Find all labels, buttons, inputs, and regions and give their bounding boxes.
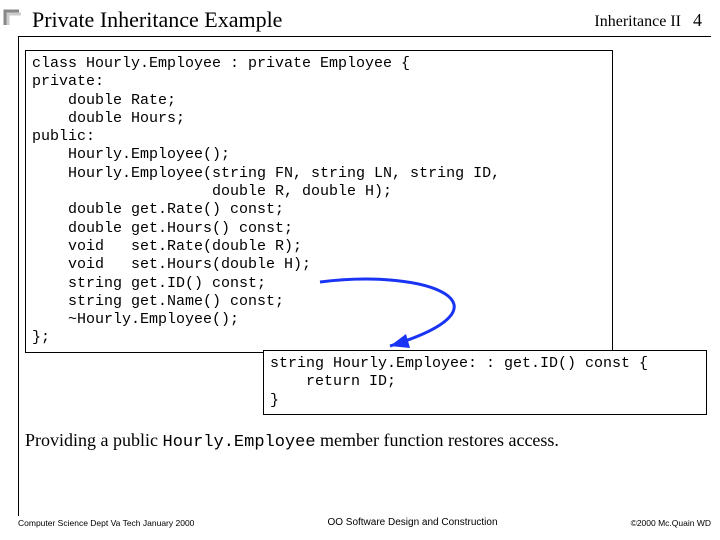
explain-post: member function restores access. [316,430,559,450]
divider-horizontal [18,36,711,37]
footer: Computer Science Dept Va Tech January 20… [18,517,711,528]
footer-center: OO Software Design and Construction [327,517,497,528]
header-right: Inheritance II 4 [594,10,702,31]
footer-left: Computer Science Dept Va Tech January 20… [18,518,194,528]
corner-icon [3,7,23,27]
code-block-main: class Hourly.Employee : private Employee… [25,50,613,353]
explain-text: Providing a public Hourly.Employee membe… [25,430,559,452]
page-title: Private Inheritance Example [32,7,282,33]
footer-right: ©2000 Mc.Quain WD [631,518,711,528]
explain-mono: Hourly.Employee [163,433,316,452]
header: Private Inheritance Example Inheritance … [32,6,702,34]
code-block-implementation: string Hourly.Employee: : get.ID() const… [263,350,707,415]
divider-vertical [18,36,19,516]
explain-pre: Providing a public [25,430,163,450]
section-label: Inheritance II [594,13,681,31]
page-number: 4 [693,10,702,31]
